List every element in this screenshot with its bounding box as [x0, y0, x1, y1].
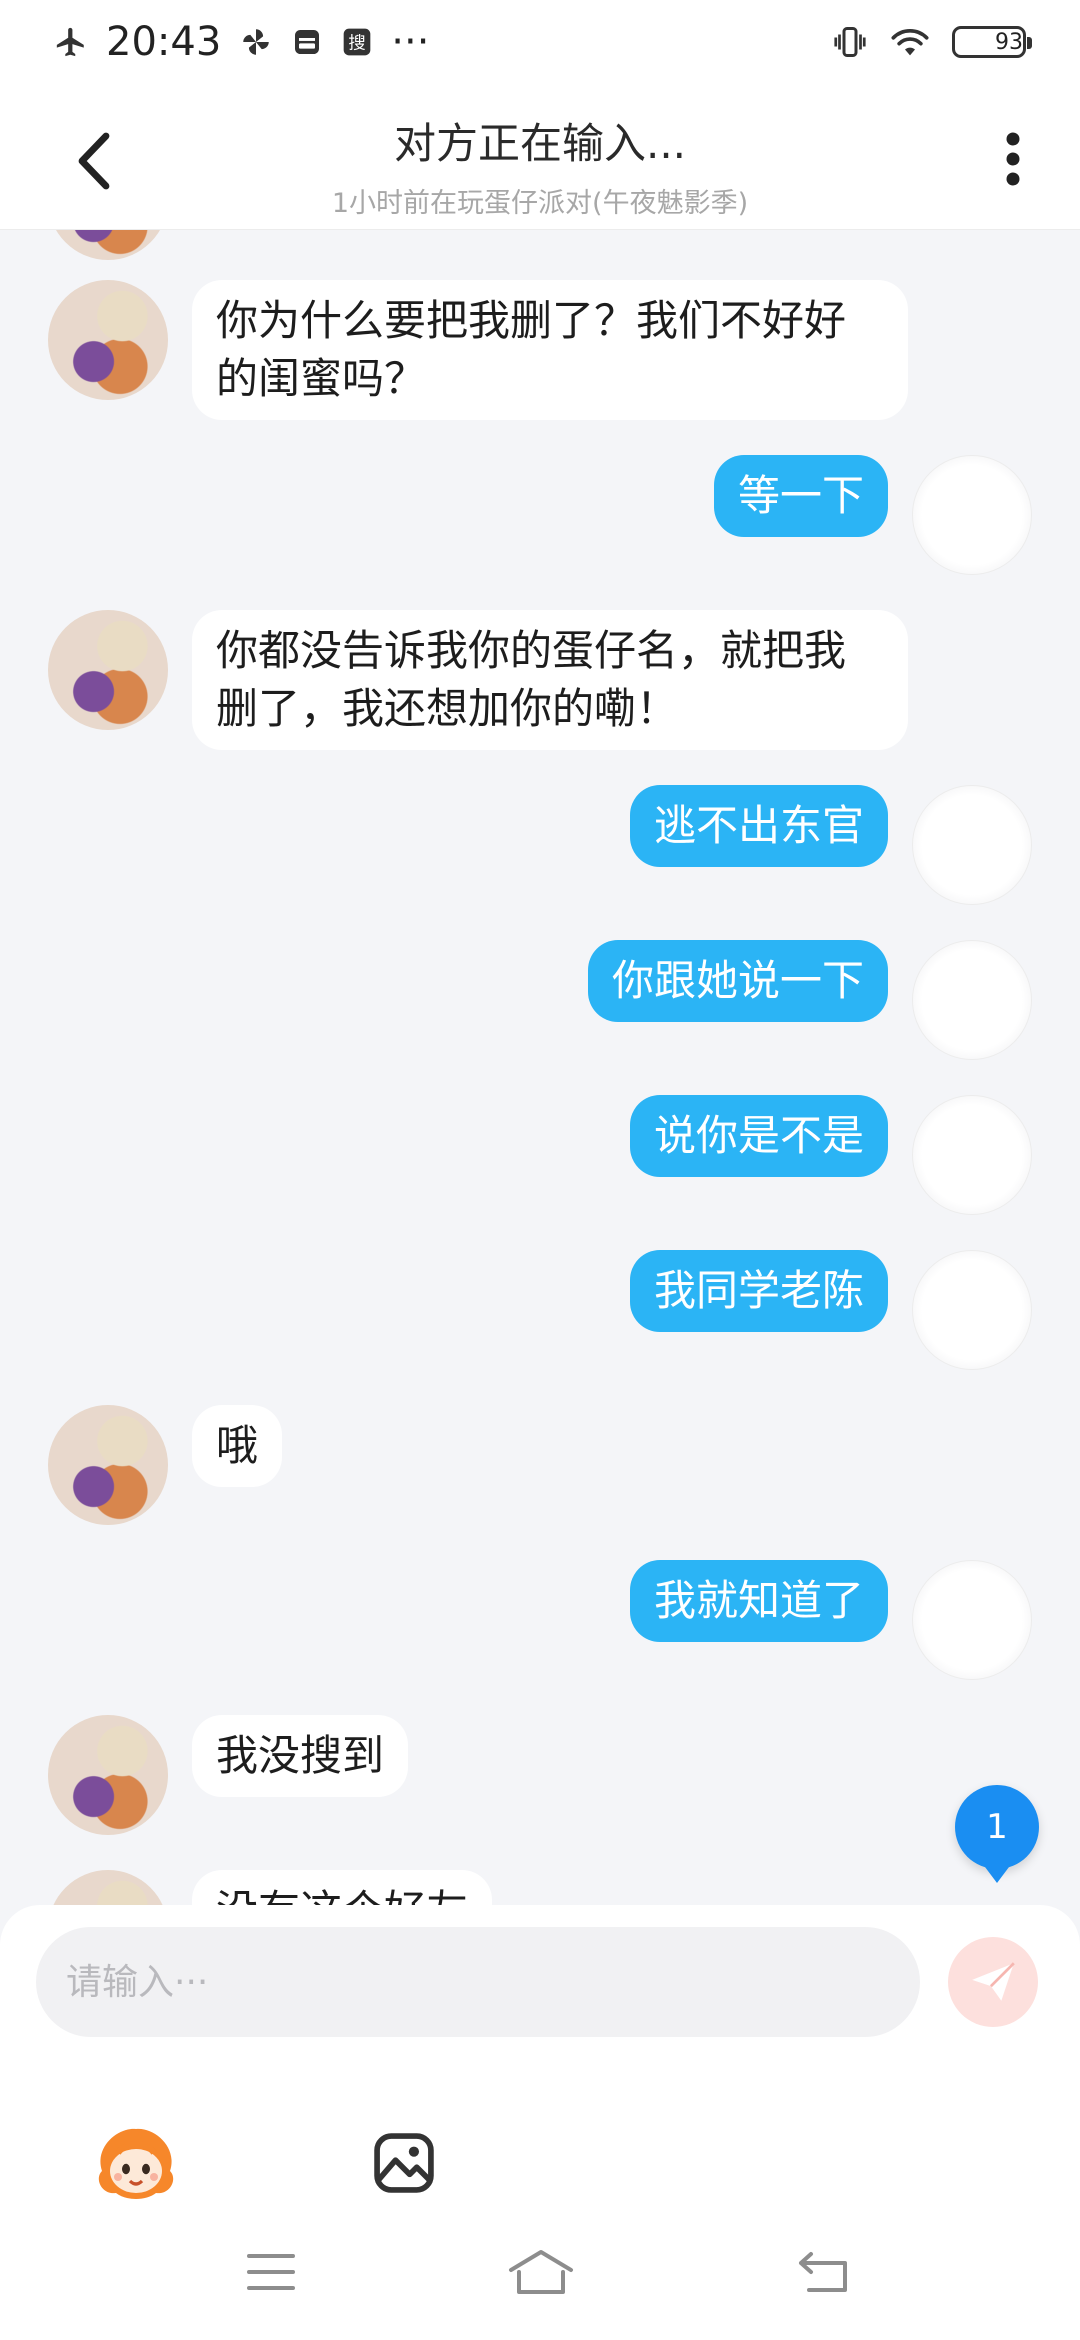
my-avatar[interactable]: [912, 940, 1032, 1060]
svg-text:搜: 搜: [349, 34, 366, 54]
paper-plane-icon: [972, 1962, 1015, 2001]
mascot-emoji-icon: [98, 2128, 174, 2199]
chat-header: 对方正在输入... 1小时前在玩蛋仔派对(午夜魅影季): [0, 84, 1080, 230]
system-home-button[interactable]: [496, 2237, 586, 2307]
emoji-button[interactable]: [88, 2115, 184, 2211]
message-bubble-outgoing[interactable]: 我同学老陈: [629, 1250, 888, 1332]
my-avatar[interactable]: [912, 1250, 1032, 1370]
message-bubble-outgoing[interactable]: 我就知道了: [629, 1560, 888, 1642]
my-avatar[interactable]: [912, 1560, 1032, 1680]
more-button[interactable]: [998, 124, 1028, 194]
message-bubble-outgoing[interactable]: 等一下: [713, 455, 888, 537]
pinwheel-icon: [239, 25, 273, 59]
friend-avatar[interactable]: [48, 1405, 168, 1525]
system-menu-button[interactable]: [226, 2237, 316, 2307]
wallet-icon: [291, 26, 323, 58]
page-title: 对方正在输入...: [393, 119, 687, 168]
wifi-icon: [890, 25, 930, 59]
message-bubble-outgoing[interactable]: 逃不出东官: [629, 785, 888, 867]
vibrate-icon: [832, 24, 868, 60]
status-time: 20:43: [106, 19, 222, 65]
friend-avatar[interactable]: [48, 1715, 168, 1835]
friend-avatar[interactable]: [48, 610, 168, 730]
system-back-button[interactable]: [778, 2237, 868, 2307]
more-indicators: ···: [391, 19, 430, 65]
back-icon: [799, 2252, 847, 2292]
image-icon: [374, 2133, 434, 2193]
friend-avatar[interactable]: [48, 230, 168, 260]
message-bubble-incoming[interactable]: 我没搜到: [192, 1715, 409, 1797]
message-bubble-incoming[interactable]: 你都没告诉我你的蛋仔名，就把我删了，我还想加你的嘞！: [192, 610, 908, 750]
unread-count-badge[interactable]: 1: [955, 1785, 1039, 1883]
message-input[interactable]: [36, 1927, 920, 2037]
message-bubble-outgoing[interactable]: 你跟她说一下: [587, 940, 888, 1022]
my-avatar[interactable]: [912, 1095, 1032, 1215]
message-bubble-outgoing[interactable]: 说你是不是: [629, 1095, 888, 1177]
search-app-icon: 搜: [341, 26, 373, 58]
status-bar: 20:43 搜 ··· 93: [0, 0, 1080, 84]
my-avatar[interactable]: [912, 455, 1032, 575]
chat-title-block: 对方正在输入... 1小时前在玩蛋仔派对(午夜魅影季): [0, 110, 1080, 220]
message-bubble-incoming[interactable]: 没有这个好友: [192, 1870, 493, 1905]
home-icon: [509, 2250, 573, 2294]
more-vertical-icon: [1006, 132, 1020, 186]
menu-icon: [247, 2254, 295, 2290]
battery-percent: 93: [995, 29, 1023, 55]
my-avatar[interactable]: [912, 785, 1032, 905]
composer-panel: [0, 1905, 1080, 2340]
image-button[interactable]: [356, 2115, 452, 2211]
message-list[interactable]: 你为什么要把我删了？我们不好好的闺蜜吗？ 等一下 你都没告诉我你的蛋仔名，就把我…: [0, 230, 1080, 1905]
send-button[interactable]: [948, 1937, 1038, 2027]
friend-avatar[interactable]: [48, 1870, 168, 1905]
friend-avatar[interactable]: [48, 280, 168, 400]
message-bubble-incoming[interactable]: 哦: [192, 1405, 283, 1487]
friend-status: 1小时前在玩蛋仔派对(午夜魅影季): [331, 188, 749, 219]
airplane-icon: [54, 25, 88, 59]
battery-icon: 93: [952, 26, 1032, 58]
message-bubble-incoming[interactable]: 你为什么要把我删了？我们不好好的闺蜜吗？: [192, 280, 908, 420]
